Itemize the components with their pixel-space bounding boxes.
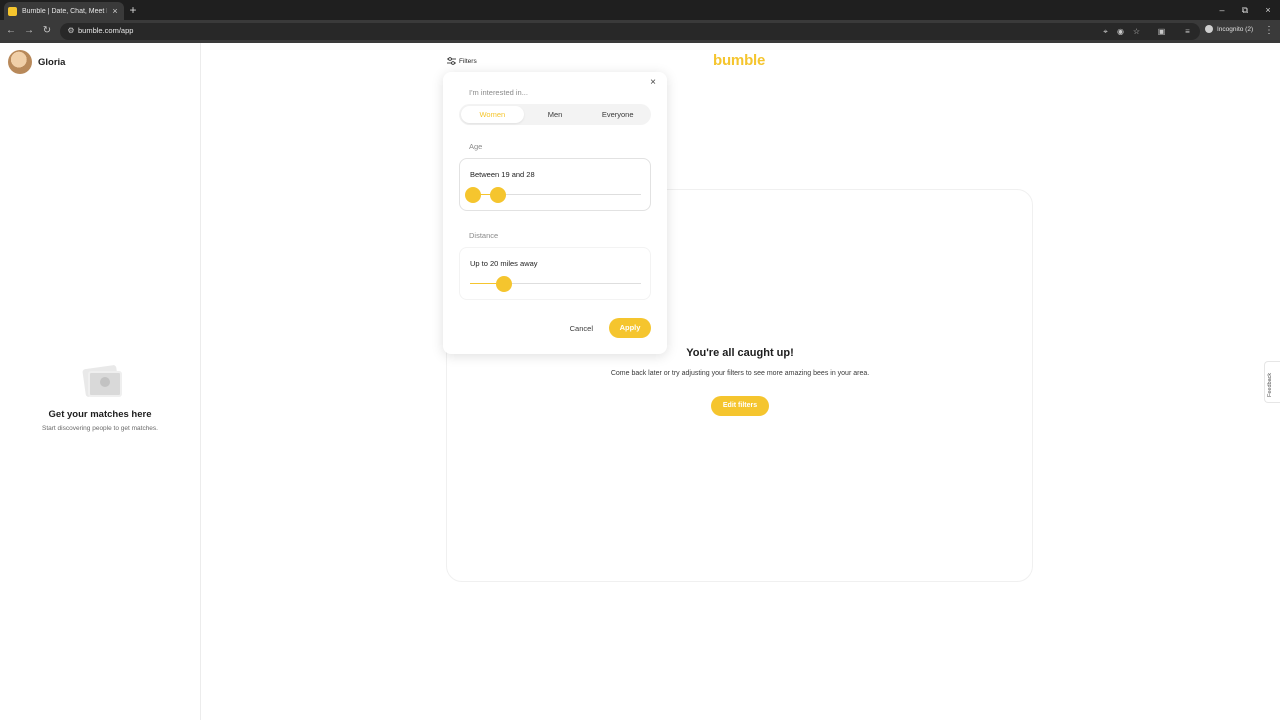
browser-toolbar: ← → ↻ ⚙ bumble.com/app ⌖ ◉ ☆ ▣ ≡ Incogni… — [0, 20, 1280, 43]
window-close-button[interactable]: × — [1261, 3, 1275, 17]
incognito-icon — [1205, 25, 1213, 33]
forward-button[interactable]: → — [22, 24, 36, 38]
browser-menu-icon[interactable]: ⋮ — [1264, 24, 1274, 38]
eye-off-icon[interactable]: ◉ — [1115, 26, 1126, 37]
matches-title: Get your matches here — [48, 409, 152, 420]
interest-selector: Women Men Everyone — [459, 104, 651, 125]
age-min-handle[interactable] — [464, 187, 481, 203]
age-label: Age — [469, 142, 483, 151]
bookmark-star-icon[interactable]: ☆ — [1131, 26, 1142, 37]
interested-in-label: I'm interested in... — [469, 88, 528, 97]
tab-search-icon[interactable]: ≡ — [1182, 26, 1193, 37]
bumble-favicon-icon — [8, 6, 17, 16]
filters-modal: × I'm interested in... Women Men Everyon… — [443, 72, 667, 354]
incognito-label: Incognito (2) — [1217, 25, 1254, 33]
close-icon[interactable]: × — [647, 77, 659, 89]
distance-slider-box: Up to 20 miles away — [459, 247, 651, 300]
back-button[interactable]: ← — [4, 24, 18, 38]
tab-title: Bumble | Date, Chat, Meet New — [22, 7, 107, 15]
matches-subtitle: Start discovering people to get matches. — [42, 425, 158, 432]
profile-name[interactable]: Gloria — [38, 57, 65, 68]
filters-label: Filters — [459, 57, 477, 65]
cancel-button[interactable]: Cancel — [570, 324, 593, 333]
browser-tab-strip: Bumble | Date, Chat, Meet New × + – ⧉ × — [0, 0, 1280, 20]
filters-button[interactable]: Filters — [447, 57, 477, 65]
url-text[interactable]: bumble.com/app — [78, 26, 133, 35]
distance-handle[interactable] — [496, 276, 513, 292]
browser-tab[interactable]: Bumble | Date, Chat, Meet New × — [4, 2, 124, 20]
profile-link[interactable]: Gloria — [8, 50, 65, 74]
caught-up-message: You're all caught up! Come back later or… — [586, 347, 894, 416]
bumble-app: Gloria Get your matches here Start disco… — [0, 43, 1280, 720]
interest-option-everyone[interactable]: Everyone — [586, 106, 649, 123]
matches-empty-state: Get your matches here Start discovering … — [0, 364, 200, 432]
apply-button[interactable]: Apply — [609, 318, 651, 338]
distance-text: Up to 20 miles away — [470, 259, 538, 268]
age-max-handle[interactable] — [489, 187, 506, 203]
interest-option-women[interactable]: Women — [461, 106, 524, 123]
avatar[interactable] — [8, 50, 32, 74]
address-bar[interactable]: ⚙ bumble.com/app ⌖ ◉ ☆ ▣ ≡ — [60, 23, 1200, 40]
sidebar: Gloria Get your matches here Start disco… — [0, 43, 201, 720]
reload-button[interactable]: ↻ — [40, 24, 54, 38]
tab-close-icon[interactable]: × — [110, 6, 120, 16]
feedback-label: Feedback — [1267, 372, 1273, 397]
caught-up-subtitle: Come back later or try adjusting your fi… — [610, 370, 870, 377]
age-range-text: Between 19 and 28 — [470, 170, 535, 179]
window-restore-button[interactable]: ⧉ — [1238, 3, 1252, 17]
side-panel-icon[interactable]: ▣ — [1156, 26, 1167, 37]
matches-illustration-icon — [76, 364, 124, 401]
new-tab-button[interactable]: + — [127, 3, 139, 17]
interest-option-men[interactable]: Men — [524, 106, 587, 123]
distance-label: Distance — [469, 231, 499, 240]
edit-filters-button[interactable]: Edit filters — [711, 396, 769, 416]
modal-actions: Cancel Apply — [570, 318, 651, 338]
age-slider-box: Between 19 and 28 — [459, 158, 651, 211]
incognito-indicator[interactable]: Incognito (2) — [1205, 25, 1253, 33]
bumble-logo[interactable]: bumble — [713, 52, 765, 69]
location-icon[interactable]: ⌖ — [1100, 26, 1111, 37]
sliders-icon — [447, 57, 456, 65]
site-info-icon[interactable]: ⚙ — [66, 26, 76, 36]
window-minimize-button[interactable]: – — [1215, 3, 1229, 17]
feedback-tab[interactable]: Feedback — [1264, 361, 1280, 403]
